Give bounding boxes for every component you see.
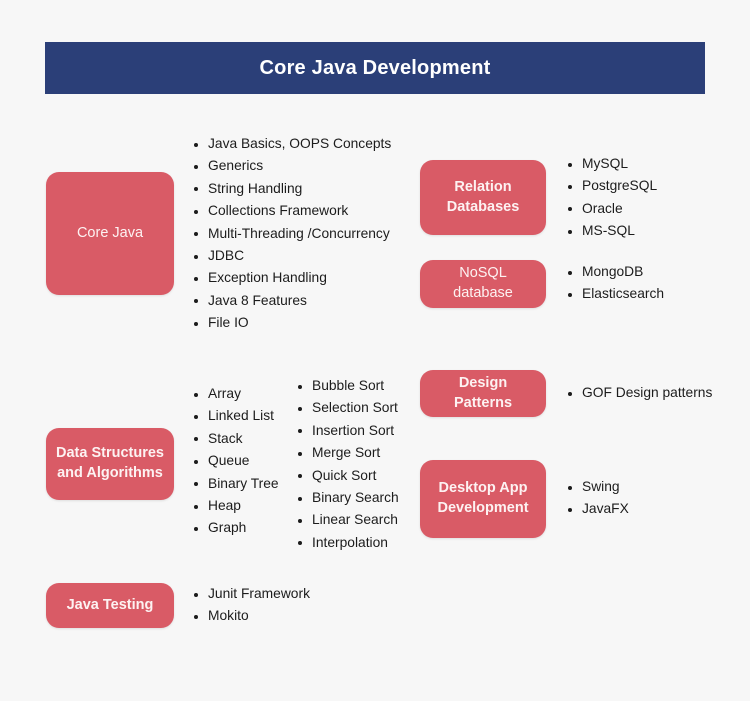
node-desktop-app-development[interactable]: Desktop App Development — [420, 460, 546, 538]
list-data-structures-topics: Array Linked List Stack Queue Binary Tre… — [192, 383, 279, 540]
node-data-structures-and-algorithms[interactable]: Data Structures and Algorithms — [46, 428, 174, 500]
list-desktop-app-topics: Swing JavaFX — [566, 476, 629, 521]
list-item: Oracle — [566, 198, 657, 220]
list-item: GOF Design patterns — [566, 382, 712, 404]
list-item: MS-SQL — [566, 220, 657, 242]
list-item: JavaFX — [566, 498, 629, 520]
page-title: Core Java Development — [259, 56, 491, 79]
list-item: Array — [192, 383, 279, 405]
list-nosql-database-topics: MongoDB Elasticsearch — [566, 261, 664, 306]
list-item: Selection Sort — [296, 397, 399, 419]
list-algorithms-topics: Bubble Sort Selection Sort Insertion Sor… — [296, 375, 399, 554]
node-label-line-1: Relation — [454, 178, 512, 195]
list-item: File IO — [192, 312, 391, 334]
list-item: Java Basics, OOPS Concepts — [192, 133, 391, 155]
list-item: Multi-Threading /Concurrency — [192, 223, 391, 245]
node-nosql-database[interactable]: NoSQL database — [420, 260, 546, 308]
list-item: JDBC — [192, 245, 391, 267]
node-nosql-database-label: NoSQL database — [453, 265, 513, 301]
list-item: Binary Tree — [192, 473, 279, 495]
list-item: String Handling — [192, 178, 391, 200]
node-core-java[interactable]: Core Java — [46, 172, 174, 295]
node-java-testing-label: Java Testing — [66, 596, 154, 613]
list-item: MongoDB — [566, 261, 664, 283]
list-item: Bubble Sort — [296, 375, 399, 397]
list-java-testing-topics: Junit Framework Mokito — [192, 583, 310, 628]
list-item: MySQL — [566, 153, 657, 175]
node-desktop-app-label: Desktop App Development — [437, 479, 528, 518]
node-label-line-2: Databases — [446, 198, 520, 215]
node-data-structures-label: Data Structures and Algorithms — [56, 444, 164, 483]
list-item: Swing — [566, 476, 629, 498]
node-relation-databases[interactable]: Relation Databases — [420, 160, 546, 235]
list-item: Interpolation — [296, 532, 399, 554]
list-item: PostgreSQL — [566, 175, 657, 197]
node-label-line-1: Desktop App — [438, 480, 528, 497]
node-design-patterns-label: Design Patterns — [453, 374, 513, 411]
list-design-patterns-topics: GOF Design patterns — [566, 382, 712, 404]
list-item: Insertion Sort — [296, 420, 399, 442]
node-relation-databases-label: Relation Databases — [447, 178, 520, 217]
list-item: Mokito — [192, 605, 310, 627]
list-item: Elasticsearch — [566, 283, 664, 305]
list-item: Collections Framework — [192, 200, 391, 222]
node-label-line-2: and Algorithms — [57, 465, 163, 481]
list-item: Graph — [192, 517, 279, 539]
diagram-header: Core Java Development — [45, 42, 705, 94]
list-item: Queue — [192, 450, 279, 472]
list-item: Merge Sort — [296, 442, 399, 464]
list-item: Java 8 Features — [192, 290, 391, 312]
node-core-java-label: Core Java — [76, 224, 144, 241]
list-item: Generics — [192, 155, 391, 177]
node-label-line-1: Data Structures — [56, 445, 164, 462]
list-item: Heap — [192, 495, 279, 517]
list-item: Junit Framework — [192, 583, 310, 605]
node-label-line-2: Development — [437, 500, 529, 516]
list-core-java-topics: Java Basics, OOPS Concepts Generics Stri… — [192, 133, 391, 335]
list-item: Linked List — [192, 405, 279, 427]
diagram-canvas: Core Java Development Core Java Java Bas… — [0, 0, 750, 701]
node-java-testing[interactable]: Java Testing — [46, 583, 174, 628]
list-item: Linear Search — [296, 509, 399, 531]
node-design-patterns[interactable]: Design Patterns — [420, 370, 546, 417]
list-relation-databases-topics: MySQL PostgreSQL Oracle MS-SQL — [566, 153, 657, 243]
list-item: Quick Sort — [296, 465, 399, 487]
list-item: Exception Handling — [192, 267, 391, 289]
list-item: Binary Search — [296, 487, 399, 509]
list-item: Stack — [192, 428, 279, 450]
